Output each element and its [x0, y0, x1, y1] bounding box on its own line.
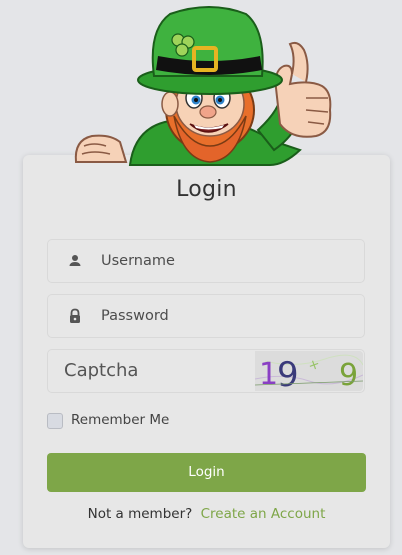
login-title: Login — [176, 177, 237, 202]
captcha-field[interactable]: Captcha 1 9 + 9 — [47, 349, 365, 393]
lock-icon — [67, 308, 83, 324]
password-field[interactable]: Password — [47, 294, 365, 338]
create-account-link[interactable]: Create an Account — [201, 506, 326, 522]
remember-label: Remember Me — [71, 412, 170, 428]
captcha-placeholder: Captcha — [64, 360, 139, 381]
captcha-char-1: 1 — [259, 357, 278, 391]
captcha-image: 1 9 + 9 — [255, 351, 363, 391]
leprechaun-mascot — [70, 0, 350, 170]
signup-row: Not a member? Create an Account — [23, 506, 390, 522]
username-placeholder: Username — [101, 253, 175, 269]
password-placeholder: Password — [101, 308, 169, 324]
signup-prompt: Not a member? — [87, 506, 193, 522]
captcha-char-2: 9 — [277, 355, 299, 391]
login-card: Login Username Password Captcha 1 9 + 9 … — [23, 155, 390, 548]
user-icon — [67, 253, 83, 269]
login-button[interactable]: Login — [47, 453, 366, 492]
username-field[interactable]: Username — [47, 239, 365, 283]
remember-checkbox[interactable] — [47, 413, 63, 429]
captcha-char-4: 9 — [339, 358, 358, 391]
